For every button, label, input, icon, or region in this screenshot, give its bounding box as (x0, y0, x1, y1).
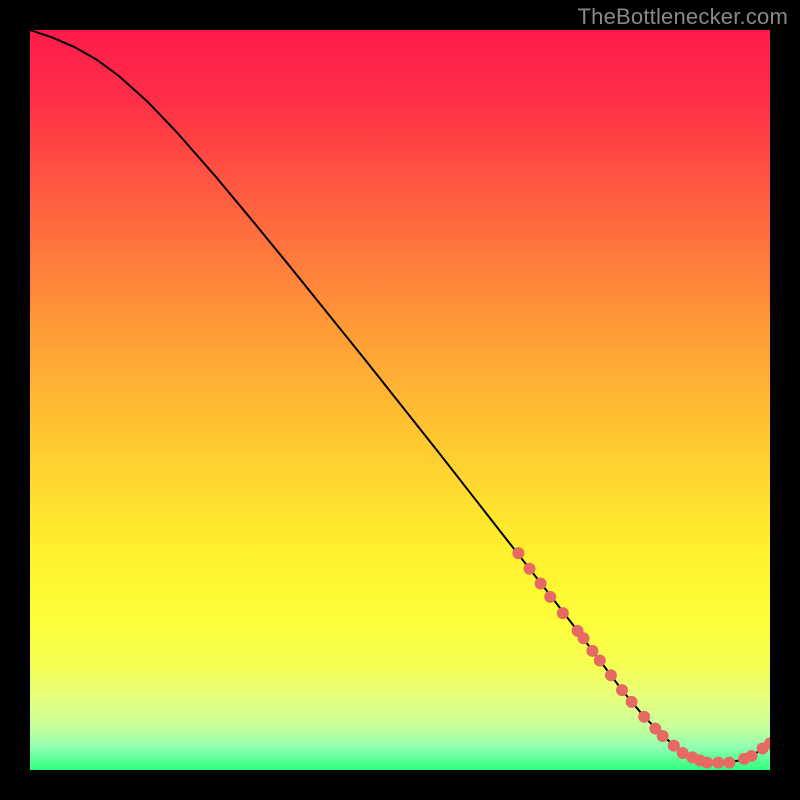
plot-area (30, 30, 770, 770)
marker-dot (535, 578, 547, 590)
marker-dot (701, 757, 713, 769)
marker-dot (557, 607, 569, 619)
marker-dot (594, 654, 606, 666)
chart-canvas: TheBottlenecker.com (0, 0, 800, 800)
plot-svg (30, 30, 770, 770)
marker-dot (723, 757, 735, 769)
marker-dot (578, 632, 590, 644)
marker-dot (605, 669, 617, 681)
marker-dot (512, 547, 524, 559)
marker-dot (657, 730, 669, 742)
marker-dot (712, 757, 724, 769)
marker-dot (626, 696, 638, 708)
marker-dot (544, 591, 556, 603)
marker-dot (616, 684, 628, 696)
marker-dot (524, 563, 536, 575)
watermark-text: TheBottlenecker.com (578, 4, 788, 30)
marker-dot (638, 711, 650, 723)
marker-dot (586, 645, 598, 657)
gradient-background (30, 30, 770, 770)
marker-dot (746, 750, 758, 762)
